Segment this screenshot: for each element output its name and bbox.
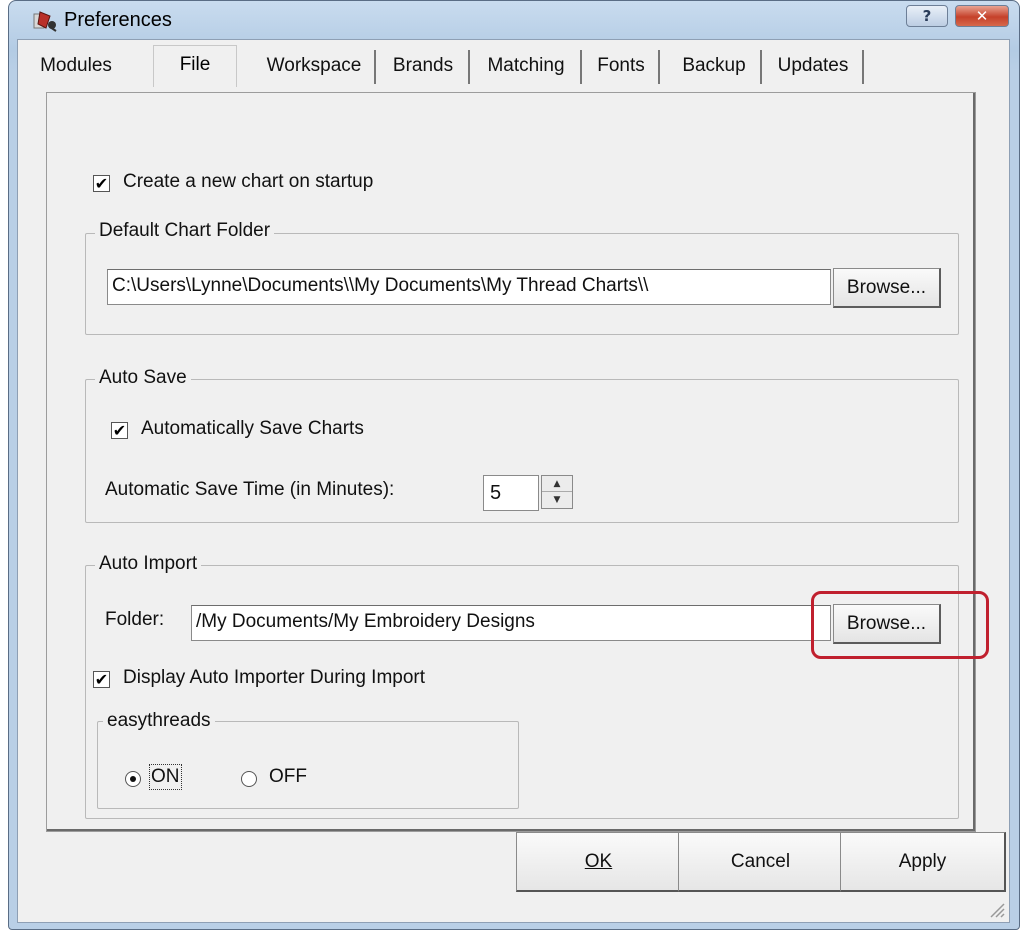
resize-grip-icon[interactable] — [985, 898, 1005, 918]
auto-save-time-spinner[interactable]: ▲ ▼ — [541, 475, 573, 509]
easythreads-off-radio[interactable] — [241, 771, 257, 787]
tab-matching[interactable]: Matching — [472, 50, 582, 84]
tab-label: Fonts — [597, 55, 645, 76]
close-icon: ✕ — [975, 7, 989, 25]
easythreads-off-label: OFF — [269, 766, 307, 787]
create-new-chart-checkbox[interactable]: ✔ — [93, 175, 110, 192]
tab-brands[interactable]: Brands — [378, 50, 470, 84]
button-label: Apply — [898, 850, 947, 872]
tab-label: Modules — [40, 55, 112, 76]
tab-workspace[interactable]: Workspace — [254, 50, 376, 84]
auto-save-time-label: Automatic Save Time (in Minutes): — [105, 479, 395, 500]
spin-down-icon[interactable]: ▼ — [542, 492, 572, 508]
spin-up-icon[interactable]: ▲ — [542, 476, 572, 492]
tab-fonts[interactable]: Fonts — [584, 50, 660, 84]
display-auto-importer-label: Display Auto Importer During Import — [123, 667, 426, 688]
window-title: Preferences — [64, 9, 172, 31]
apply-button[interactable]: Apply — [840, 832, 1006, 892]
tab-label: Matching — [487, 55, 565, 76]
dialog-client-area: Modules File Workspace Brands Matching F… — [17, 39, 1010, 923]
tab-modules[interactable]: Modules — [28, 50, 124, 84]
default-folder-browse-button[interactable]: Browse... — [833, 268, 941, 308]
auto-save-charts-label: Automatically Save Charts — [141, 418, 364, 439]
title-bar[interactable]: Preferences ? ✕ — [9, 1, 1019, 39]
preferences-window: Preferences ? ✕ Modules File Workspace B… — [8, 0, 1020, 930]
tab-label: Updates — [777, 55, 849, 76]
help-icon: ? — [922, 7, 932, 25]
browse-highlight-annotation — [811, 591, 989, 659]
tab-label: File — [179, 54, 211, 75]
tab-file[interactable]: File — [153, 45, 237, 87]
easythreads-group — [97, 721, 519, 809]
tab-backup[interactable]: Backup — [668, 50, 762, 84]
auto-import-folder-label: Folder: — [105, 609, 165, 630]
auto-save-time-input[interactable]: 5 — [483, 475, 539, 511]
default-chart-folder-title: Default Chart Folder — [95, 220, 275, 242]
button-label: Cancel — [730, 850, 791, 872]
easythreads-title: easythreads — [103, 710, 215, 732]
auto-import-folder-field[interactable]: /My Documents/My Embroidery Designs — [191, 605, 831, 641]
easythreads-on-label: ON — [149, 764, 182, 790]
ok-button[interactable]: OK — [516, 832, 682, 892]
tab-label: Workspace — [266, 55, 362, 76]
auto-save-charts-checkbox[interactable]: ✔ — [111, 422, 128, 439]
auto-import-title: Auto Import — [95, 553, 202, 575]
file-tab-panel: ✔ Create a new chart on startup Default … — [46, 92, 989, 832]
button-label: Browse... — [846, 276, 927, 298]
tab-label: Brands — [392, 55, 454, 76]
display-auto-importer-checkbox[interactable]: ✔ — [93, 671, 110, 688]
auto-save-title: Auto Save — [95, 367, 191, 389]
create-new-chart-label: Create a new chart on startup — [123, 171, 374, 192]
default-chart-folder-field[interactable]: C:\Users\Lynne\Documents\\My Documents\M… — [107, 269, 831, 305]
cancel-button[interactable]: Cancel — [678, 832, 844, 892]
help-button[interactable]: ? — [906, 5, 948, 27]
button-label: OK — [584, 850, 613, 872]
close-button[interactable]: ✕ — [955, 5, 1009, 27]
tab-label: Backup — [682, 55, 746, 76]
app-icon — [33, 11, 57, 32]
tab-updates[interactable]: Updates — [764, 50, 864, 84]
easythreads-on-radio[interactable] — [125, 771, 141, 787]
